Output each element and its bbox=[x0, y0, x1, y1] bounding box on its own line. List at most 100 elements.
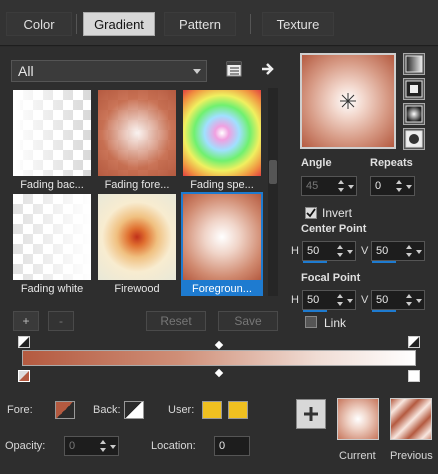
gradient-thumb[interactable]: Fading fore... bbox=[96, 88, 178, 192]
import-button[interactable] bbox=[257, 58, 279, 80]
user-swatch-1[interactable] bbox=[202, 401, 222, 419]
user-swatch-2[interactable] bbox=[228, 401, 248, 419]
link-label: Link bbox=[324, 316, 347, 330]
focal-v-label: V bbox=[361, 294, 369, 306]
back-swatch[interactable] bbox=[124, 401, 144, 419]
back-label: Back: bbox=[93, 404, 121, 416]
spin-arrows-icon[interactable] bbox=[100, 437, 108, 455]
center-h-input[interactable]: 50 bbox=[302, 241, 356, 263]
chevron-down-icon[interactable] bbox=[347, 250, 353, 254]
invert-checkbox[interactable] bbox=[305, 207, 317, 219]
gradient-library: Fading bac... Fading fore... Fading spe.… bbox=[11, 88, 267, 296]
location-input[interactable]: 0 bbox=[214, 436, 250, 456]
current-label: Current bbox=[339, 450, 376, 462]
thumb-image bbox=[98, 194, 176, 280]
link-checkbox[interactable] bbox=[305, 316, 317, 328]
focal-h-input[interactable]: 50 bbox=[302, 290, 356, 312]
repeats-input[interactable]: 0 bbox=[370, 176, 415, 196]
fore-swatch[interactable] bbox=[55, 401, 75, 419]
tab-divider bbox=[250, 14, 251, 34]
gradient-thumb[interactable]: Firewood bbox=[96, 192, 178, 296]
list-view-icon bbox=[226, 61, 242, 77]
chevron-down-icon[interactable] bbox=[416, 250, 422, 254]
rectangular-style-icon bbox=[405, 80, 423, 98]
thumb-label: Firewood bbox=[114, 283, 160, 295]
library-select[interactable]: All bbox=[11, 60, 207, 82]
list-view-button[interactable] bbox=[223, 58, 245, 80]
gradient-thumb-selected[interactable]: Foregroun... bbox=[181, 192, 263, 296]
focal-h-label: H bbox=[291, 294, 299, 306]
spin-arrows-icon[interactable] bbox=[406, 242, 414, 260]
focal-point-label: Focal Point bbox=[301, 272, 361, 284]
opacity-label: Opacity: bbox=[5, 440, 46, 452]
chevron-down-icon[interactable] bbox=[347, 299, 353, 303]
thumb-label: Fading bac... bbox=[20, 179, 84, 191]
remove-stop-button[interactable]: - bbox=[48, 311, 74, 331]
tab-pattern[interactable]: Pattern bbox=[164, 12, 236, 36]
thumb-image bbox=[13, 90, 91, 176]
library-scrollbar[interactable] bbox=[268, 88, 278, 296]
save-button[interactable]: Save bbox=[218, 311, 278, 331]
invert-label: Invert bbox=[322, 206, 353, 220]
thumb-label: Fading white bbox=[20, 283, 84, 295]
spin-arrows-icon[interactable] bbox=[338, 177, 346, 195]
chevron-down-icon[interactable] bbox=[348, 185, 354, 189]
checkmark-icon bbox=[306, 208, 316, 218]
thumb-image bbox=[13, 194, 91, 280]
library-scrollbar-thumb[interactable] bbox=[269, 160, 277, 184]
repeats-label: Repeats bbox=[370, 157, 413, 169]
center-v-input[interactable]: 50 bbox=[371, 241, 425, 263]
angle-input[interactable]: 45 bbox=[301, 176, 357, 196]
thumb-label: Fading spe... bbox=[190, 179, 254, 191]
previous-swatch[interactable] bbox=[390, 398, 432, 440]
add-stop-button[interactable]: + bbox=[13, 311, 39, 331]
center-point-label: Center Point bbox=[301, 223, 367, 235]
opacity-stop-icon bbox=[19, 337, 29, 347]
tab-divider bbox=[76, 14, 77, 34]
color-stop-left[interactable] bbox=[18, 370, 30, 382]
radial-style-button[interactable] bbox=[403, 128, 425, 150]
plus-icon bbox=[304, 407, 318, 421]
color-stop-right[interactable] bbox=[408, 370, 420, 382]
focal-v-level bbox=[372, 310, 396, 312]
chevron-down-icon[interactable] bbox=[110, 445, 116, 449]
arrow-right-icon bbox=[262, 63, 274, 75]
opacity-input[interactable]: 0 bbox=[64, 436, 119, 456]
center-h-label: H bbox=[291, 245, 299, 257]
thumb-label: Fading fore... bbox=[104, 179, 170, 191]
rectangular-style-button[interactable] bbox=[403, 78, 425, 100]
thumb-image bbox=[183, 194, 261, 280]
user-label: User: bbox=[168, 404, 195, 416]
sunburst-style-button[interactable] bbox=[403, 103, 425, 125]
angle-value: 45 bbox=[306, 180, 319, 192]
tab-texture[interactable]: Texture bbox=[262, 12, 334, 36]
spin-arrows-icon[interactable] bbox=[396, 177, 404, 195]
add-to-swatches-button[interactable] bbox=[296, 399, 326, 429]
gradient-preview[interactable] bbox=[300, 53, 396, 149]
gradient-thumb[interactable]: Fading bac... bbox=[11, 88, 93, 192]
opacity-stop-icon bbox=[409, 337, 419, 347]
linear-style-button[interactable] bbox=[403, 53, 425, 75]
chevron-down-icon[interactable] bbox=[406, 185, 412, 189]
gradient-bar[interactable] bbox=[22, 350, 416, 366]
spin-arrows-icon[interactable] bbox=[337, 291, 345, 309]
current-swatch[interactable] bbox=[337, 398, 379, 440]
gradient-thumb[interactable]: Fading white bbox=[11, 192, 93, 296]
fore-label: Fore: bbox=[7, 404, 33, 416]
opacity-value: 0 bbox=[69, 440, 76, 452]
spin-arrows-icon[interactable] bbox=[337, 242, 345, 260]
opacity-stop-left[interactable] bbox=[18, 336, 30, 348]
tab-color[interactable]: Color bbox=[6, 12, 72, 36]
focal-h-level bbox=[303, 310, 327, 312]
focal-v-value: 50 bbox=[376, 294, 389, 306]
repeats-value: 0 bbox=[375, 180, 382, 192]
focal-v-input[interactable]: 50 bbox=[371, 290, 425, 312]
spin-arrows-icon[interactable] bbox=[406, 291, 414, 309]
opacity-stop-right[interactable] bbox=[408, 336, 420, 348]
chevron-down-icon[interactable] bbox=[416, 299, 422, 303]
center-v-level bbox=[372, 261, 396, 263]
tab-gradient[interactable]: Gradient bbox=[83, 12, 155, 36]
reset-button[interactable]: Reset bbox=[146, 311, 206, 331]
gradient-thumb[interactable]: Fading spe... bbox=[181, 88, 263, 192]
tab-bar: Color Gradient Pattern Texture bbox=[0, 0, 438, 46]
